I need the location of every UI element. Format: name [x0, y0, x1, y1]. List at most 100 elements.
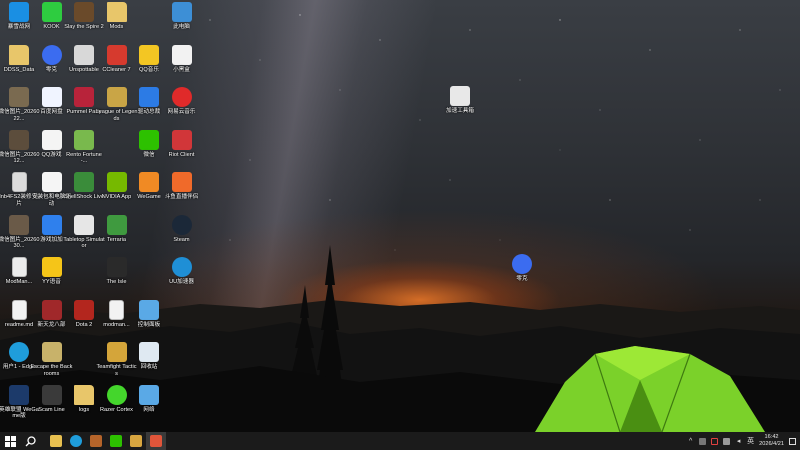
volume-icon[interactable]: ◂: [735, 438, 742, 445]
kook-icon: [41, 2, 62, 22]
xiaoheihe-icon: [171, 44, 192, 65]
pummel-party-icon: [74, 87, 94, 107]
league-icon: [106, 87, 127, 107]
search-button[interactable]: [20, 432, 40, 450]
battlenet-icon: [9, 2, 29, 22]
youxijiajia-icon: [41, 214, 62, 235]
desktop-icon-label: 回收站: [140, 364, 158, 370]
notification-icon[interactable]: [789, 437, 796, 445]
taskbar-folder[interactable]: [126, 432, 146, 450]
desktop-icon-label: Riot Client: [168, 151, 195, 158]
shellshock-icon: [74, 172, 94, 192]
image-file-icon: [9, 87, 29, 107]
game-icon: [90, 435, 102, 447]
x-launcher-icon: [450, 86, 470, 106]
desktop-icon[interactable]: 网络: [130, 384, 168, 433]
lol-wegame-icon: [9, 384, 29, 405]
desktop-icon-label: 此电脑: [173, 24, 190, 30]
start-button[interactable]: [0, 432, 20, 450]
desktop: 暴雪战网 KOOK Slay the Spire 2 Mods 此电脑 DDSS_Data…: [0, 0, 800, 432]
desktop-icon-label: Escape the Backrooms: [30, 364, 73, 377]
desktop-icon-label: The Isle: [106, 279, 127, 285]
qq-game-icon: [41, 129, 62, 150]
uu-icon: [171, 257, 192, 277]
network-icon[interactable]: [723, 437, 731, 445]
desktop-icon-label: Terraria: [107, 236, 126, 243]
clock-date: 2026/4/21: [759, 441, 784, 447]
modman-file-icon: [11, 257, 27, 277]
tray-red-app-icon[interactable]: [711, 437, 719, 445]
taskbar-file-explorer[interactable]: [46, 432, 66, 450]
image-file-icon: [9, 214, 29, 235]
yy-icon: [41, 257, 62, 277]
the-isle-icon: [106, 257, 127, 277]
baidu-netdisk-icon: [41, 87, 62, 107]
tabletop-icon: [74, 214, 94, 235]
folder-icon: [9, 44, 29, 65]
dota2-icon: [74, 299, 94, 320]
slay-the-spire-icon: [74, 2, 94, 22]
desktop-icon-label: 零克: [516, 276, 528, 282]
network-icon: [139, 384, 159, 405]
desktop-icon-label: Steam: [173, 236, 190, 243]
folder-icon: [130, 435, 142, 447]
desktop-icon-label: Rento Fortune -...: [66, 151, 102, 165]
desktop-icon-label: 加速工具箱: [446, 108, 474, 114]
qq-music-icon: [139, 44, 159, 65]
nvidia-icon: [106, 172, 127, 192]
desktop-icon[interactable]: UU加速器: [163, 257, 201, 307]
edge-icon: [9, 342, 29, 362]
desktop-icon-label: 控制面板: [137, 321, 161, 328]
desktop-icon-label: 网络: [143, 406, 155, 413]
wechat-icon: [110, 435, 122, 447]
ccleaner-icon: [106, 44, 127, 65]
this-pc-icon: [171, 2, 192, 22]
archive-icon: [41, 172, 62, 192]
desktop-icon-label: 斗鱼直播伴侣: [164, 194, 199, 200]
file-icon: [11, 172, 27, 192]
backrooms-icon: [41, 342, 62, 362]
ime-icon[interactable]: 英: [747, 438, 754, 445]
desktop-icon-label: 网易云音乐: [167, 109, 196, 115]
unspottable-icon: [74, 44, 94, 65]
douyu-icon: [171, 172, 192, 192]
clock[interactable]: 16:42 2026/4/21: [759, 434, 784, 448]
steam-icon: [171, 214, 192, 235]
system-tray: ^ ◂ 英 16:42 2026/4/21: [687, 432, 800, 450]
app-icon: [150, 435, 162, 447]
text-file-icon: [109, 299, 124, 320]
clock-time: 16:42: [764, 434, 779, 440]
netease-music-icon: [171, 87, 192, 107]
text-file-icon: [11, 299, 27, 320]
taskbar-wechat[interactable]: [106, 432, 126, 450]
taskbar-game[interactable]: [86, 432, 106, 450]
chevron-up-icon[interactable]: ^: [687, 438, 694, 445]
edge-icon: [70, 435, 82, 447]
file-explorer-icon: [50, 435, 62, 447]
desktop-icon-label: YY语音: [42, 279, 61, 285]
taskbar-edge[interactable]: [66, 432, 86, 450]
terraria-icon: [106, 214, 127, 235]
scam-line-icon: [41, 384, 62, 405]
recycle-bin-icon: [139, 342, 159, 362]
razer-cortex-icon: [106, 384, 127, 405]
folder-icon: [106, 2, 127, 22]
wechat-icon: [139, 129, 159, 150]
search-icon: [25, 435, 36, 446]
control-panel-icon: [139, 299, 159, 320]
rento-fortune-icon: [74, 129, 94, 150]
lingke-icon: [512, 254, 532, 274]
desktop-icon-label: 小黑盒: [173, 66, 190, 73]
tft-icon: [106, 342, 127, 362]
tray-app-icon[interactable]: [699, 437, 707, 445]
taskbar-app-active[interactable]: [146, 432, 166, 450]
riot-client-icon: [171, 129, 192, 150]
lingke-icon: [41, 44, 62, 65]
desktop-icon[interactable]: 加速工具箱: [441, 86, 479, 136]
desktop-icon-label: UU加速器: [169, 279, 194, 285]
driver-icon: [139, 87, 159, 107]
tlbb-icon: [41, 299, 62, 320]
folder-icon: [74, 384, 94, 405]
desktop-icon[interactable]: 零克: [503, 254, 541, 304]
image-file-icon: [9, 129, 29, 150]
